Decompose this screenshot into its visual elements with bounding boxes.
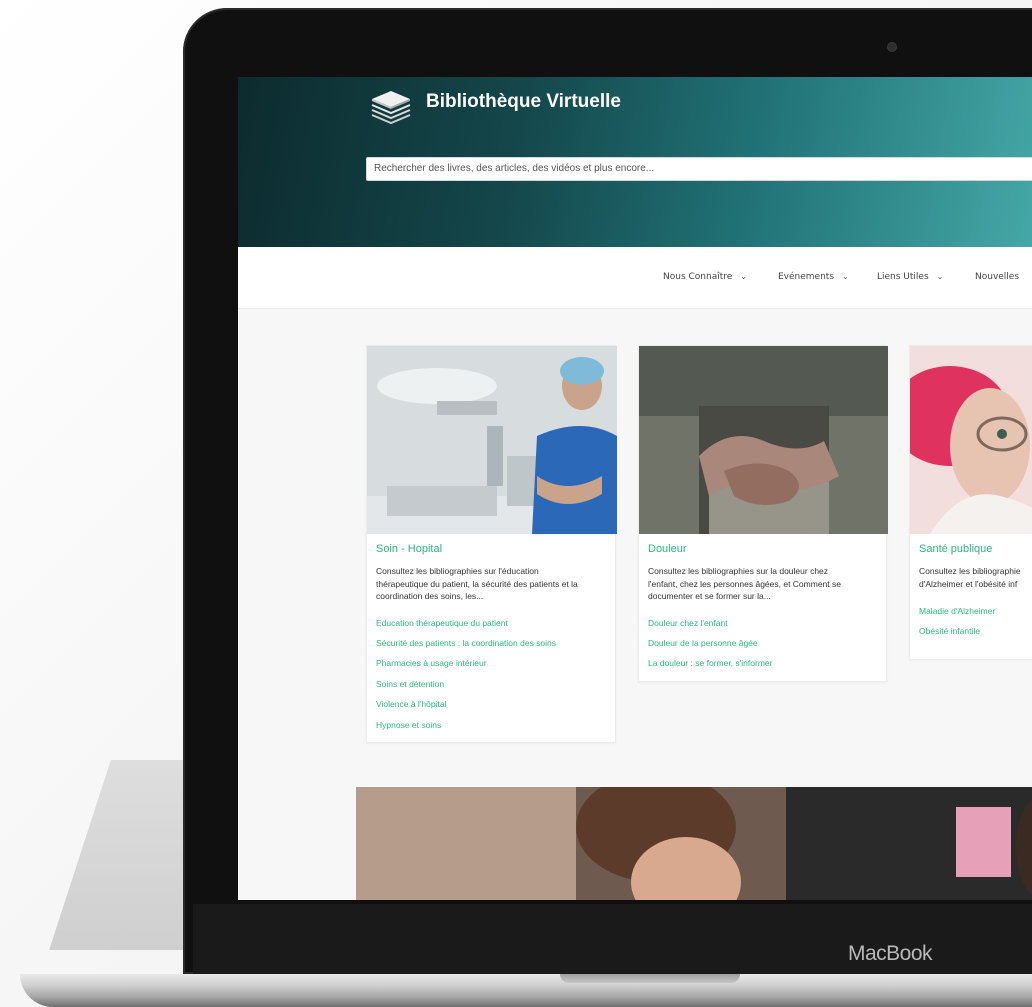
chevron-down-icon: ⌄ (936, 272, 944, 281)
card-link[interactable]: Soins et détention (376, 679, 444, 689)
description-line: d'Alzheimer et l'obésité inf (919, 578, 1018, 589)
nav-item-nouvelles[interactable]: Nouvelles (975, 272, 1019, 282)
nav-label: Evénements (778, 272, 835, 282)
site-title[interactable]: Bibliothèque Virtuelle (426, 91, 621, 113)
card-description: Consultez les bibliographie d'Alzheimer … (919, 565, 1021, 590)
nav-label: Nous Connaître (663, 272, 733, 282)
chevron-down-icon: ⌄ (842, 272, 849, 281)
nav-item-liens-utiles[interactable]: Liens Utiles ⌄ (877, 272, 943, 282)
description-line: thérapeutique du patient, la sécurité de… (376, 578, 578, 589)
description-line: Consultez les bibliographie (919, 566, 1021, 576)
card-link[interactable]: Obésité infantile (919, 626, 980, 636)
banner-image[interactable] (356, 787, 1032, 900)
nav-label: Liens Utiles (877, 272, 929, 282)
card-image-hospital[interactable] (367, 346, 617, 534)
card-soin-hopital: Soin - Hopital Consultez les bibliograph… (366, 345, 617, 743)
card-link[interactable]: Maladie d'Alzheimer (919, 606, 995, 616)
chevron-down-icon: ⌄ (740, 272, 747, 281)
card-description: Consultez les bibliographies sur la doul… (648, 565, 841, 603)
card-link[interactable]: Douleur de la personne âgée (648, 638, 758, 648)
card-description: Consultez les bibliographies sur l'éduca… (376, 565, 578, 603)
card-sante-publique: Santé publique Consultez les bibliograph… (909, 345, 1032, 660)
site-header: Bibliothèque Virtuelle Rechercher des li… (238, 77, 1032, 247)
brand-label: MacBook (848, 942, 933, 965)
card-link[interactable]: Violence à l'hôpital (376, 699, 446, 709)
search-input[interactable]: Rechercher des livres, des articles, des… (366, 157, 1032, 181)
card-image-elderly-woman[interactable] (910, 346, 1032, 534)
laptop-notch (560, 974, 740, 983)
description-line: coordination des soins, les... (376, 591, 484, 601)
card-douleur: Douleur Consultez les bibliographies sur… (638, 345, 888, 682)
camera-icon (888, 43, 896, 51)
card-title[interactable]: Soin - Hopital (376, 543, 442, 555)
laptop-screen: Bibliothèque Virtuelle Rechercher des li… (238, 77, 1032, 900)
card-link[interactable]: Education thérapeutique du patient (376, 618, 508, 628)
nav-item-evenements[interactable]: Evénements ⌄ (778, 272, 849, 282)
book-stack-logo-icon[interactable] (368, 87, 414, 125)
laptop-base (20, 974, 1032, 1007)
card-image-hands[interactable] (639, 346, 888, 534)
card-link[interactable]: Douleur chez l'enfant (648, 618, 728, 628)
nav-label: Nouvelles (975, 272, 1020, 282)
description-line: l'enfant, chez les personnes âgées, et C… (648, 578, 841, 589)
card-link[interactable]: Hypnose et soins (376, 720, 441, 730)
description-line: documenter et se former sur la... (648, 591, 771, 601)
card-link[interactable]: Pharmacies à usage intérieur (376, 658, 487, 668)
main-navigation: Nous Connaître ⌄ Evénements ⌄ Liens Utiles… (238, 247, 1032, 309)
card-title[interactable]: Santé publique (919, 543, 992, 555)
card-link[interactable]: Sécurité des patients : la coordination … (376, 638, 556, 648)
nav-item-nous-connaitre[interactable]: Nous Connaître ⌄ (663, 272, 747, 282)
description-line: Consultez les bibliographies sur l'éduca… (376, 566, 539, 576)
description-line: Consultez les bibliographies sur la doul… (648, 566, 829, 576)
card-link[interactable]: La douleur : se former, s'informer (648, 658, 772, 668)
card-title[interactable]: Douleur (648, 543, 687, 555)
